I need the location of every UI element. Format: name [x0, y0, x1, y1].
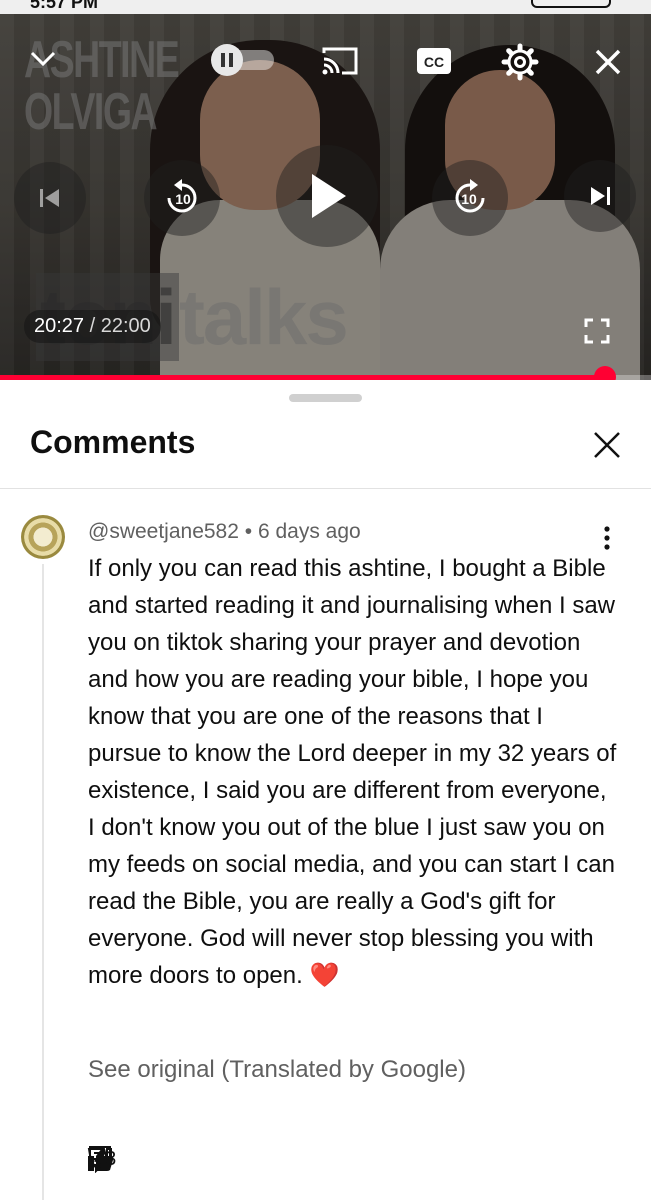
header-divider [0, 488, 651, 489]
play-icon [312, 174, 346, 218]
close-icon [594, 432, 620, 458]
skip-previous-icon [40, 189, 59, 207]
captions-button[interactable]: CC [416, 46, 452, 76]
status-time: 5:57 PM [30, 0, 99, 12]
video-player[interactable]: ASHTINE OLVIGA tonitalks 5:57 PM [0, 0, 651, 380]
skip-next-icon [591, 187, 610, 205]
rewind-10-icon: 10 [167, 179, 197, 213]
meta-dot: • [238, 520, 258, 543]
battery-icon [531, 0, 611, 8]
comment-age: 6 days ago [257, 520, 361, 543]
collapse-button[interactable] [26, 44, 60, 74]
rewind-10-button[interactable]: 10 [144, 160, 220, 236]
next-button[interactable] [564, 160, 636, 232]
forward-10-icon: 10 [455, 179, 485, 213]
svg-text:10: 10 [175, 191, 191, 207]
autoplay-pause-icon [211, 44, 274, 76]
cast-button[interactable] [320, 44, 360, 78]
chevron-down-icon [30, 51, 56, 67]
play-button[interactable] [276, 145, 378, 247]
svg-text:CC: CC [424, 54, 444, 70]
close-comments-button[interactable] [588, 426, 626, 464]
avatar[interactable] [21, 515, 65, 559]
gear-icon [501, 43, 539, 81]
comment-meta: @sweetjane582 • 6 days ago [88, 520, 361, 544]
fullscreen-button[interactable] [582, 316, 612, 346]
forward-10-button[interactable]: 10 [432, 160, 508, 236]
reply-button[interactable] [86, 1144, 114, 1174]
svg-text:10: 10 [461, 191, 477, 207]
screen: ASHTINE OLVIGA tonitalks 5:57 PM [0, 0, 651, 1200]
sheet-drag-handle[interactable] [289, 394, 362, 402]
more-vertical-icon [604, 526, 610, 550]
cast-icon [322, 47, 358, 75]
time-separator: / [84, 315, 101, 337]
see-original-link[interactable]: See original (Translated by Google) [88, 1056, 466, 1084]
heart-emoji: ❤️ [309, 962, 340, 989]
previous-button[interactable] [14, 162, 86, 234]
comments-sheet: Comments @sweetjane582 • 6 days ago If o… [0, 380, 651, 1200]
comment-more-button[interactable] [596, 523, 618, 553]
settings-button[interactable] [500, 42, 540, 82]
comment-author[interactable]: @sweetjane582 [88, 520, 239, 543]
comment-text: If only you can read this ashtine, I bou… [88, 555, 617, 989]
duration: 22:00 [100, 315, 151, 337]
reply-comment-icon [89, 1146, 111, 1173]
current-time: 20:27 [34, 315, 85, 337]
close-icon [595, 49, 621, 75]
time-display: 20:27 / 22:00 [24, 310, 161, 343]
reply-thread-line [42, 564, 44, 1200]
close-player-button[interactable] [590, 44, 626, 80]
comment-actions: 43 [86, 1144, 158, 1174]
captions-icon: CC [417, 48, 451, 74]
comment-text-block: If only you can read this ashtine, I bou… [88, 550, 618, 994]
comments-title: Comments [30, 424, 196, 460]
autoplay-toggle[interactable] [208, 44, 276, 76]
fullscreen-icon [584, 318, 610, 344]
status-bar: 5:57 PM [0, 0, 651, 14]
